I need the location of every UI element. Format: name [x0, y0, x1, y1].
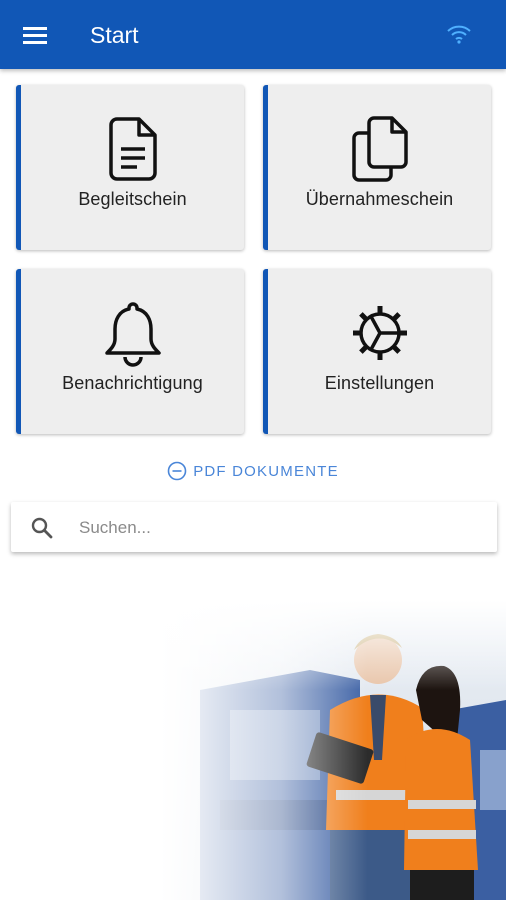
- pdf-documents-link[interactable]: PDF DOKUMENTE: [0, 459, 506, 483]
- tile-label: Benachrichtigung: [62, 373, 203, 393]
- tile-begleitschein[interactable]: Begleitschein: [16, 85, 244, 250]
- search-icon[interactable]: [30, 516, 54, 540]
- wifi-icon: [447, 25, 471, 44]
- workers-photo: [160, 600, 506, 900]
- bell-icon: [104, 302, 161, 367]
- gear-icon: [352, 306, 407, 360]
- documents-copy-icon: [351, 116, 408, 182]
- tile-benachrichtigung[interactable]: Benachrichtigung: [16, 269, 244, 434]
- tile-einstellungen[interactable]: Einstellungen: [263, 269, 491, 434]
- app-bar: Start: [0, 0, 506, 69]
- tile-uebernahmeschein[interactable]: Übernahmeschein: [263, 85, 491, 250]
- tile-label: Begleitschein: [78, 189, 187, 209]
- menu-button[interactable]: [14, 16, 56, 54]
- pdf-documents-label: PDF DOKUMENTE: [193, 462, 339, 480]
- start-screen: Start Begleitschein Übernahmeschein Bena…: [0, 0, 506, 900]
- menu-icon: [23, 27, 47, 44]
- document-icon: [108, 117, 157, 181]
- app-title: Start: [90, 22, 139, 48]
- tile-label: Einstellungen: [324, 373, 435, 393]
- search-input[interactable]: [77, 512, 481, 544]
- tile-label: Übernahmeschein: [305, 189, 454, 209]
- search-bar: [11, 502, 497, 552]
- minus-circle-icon: [167, 461, 187, 481]
